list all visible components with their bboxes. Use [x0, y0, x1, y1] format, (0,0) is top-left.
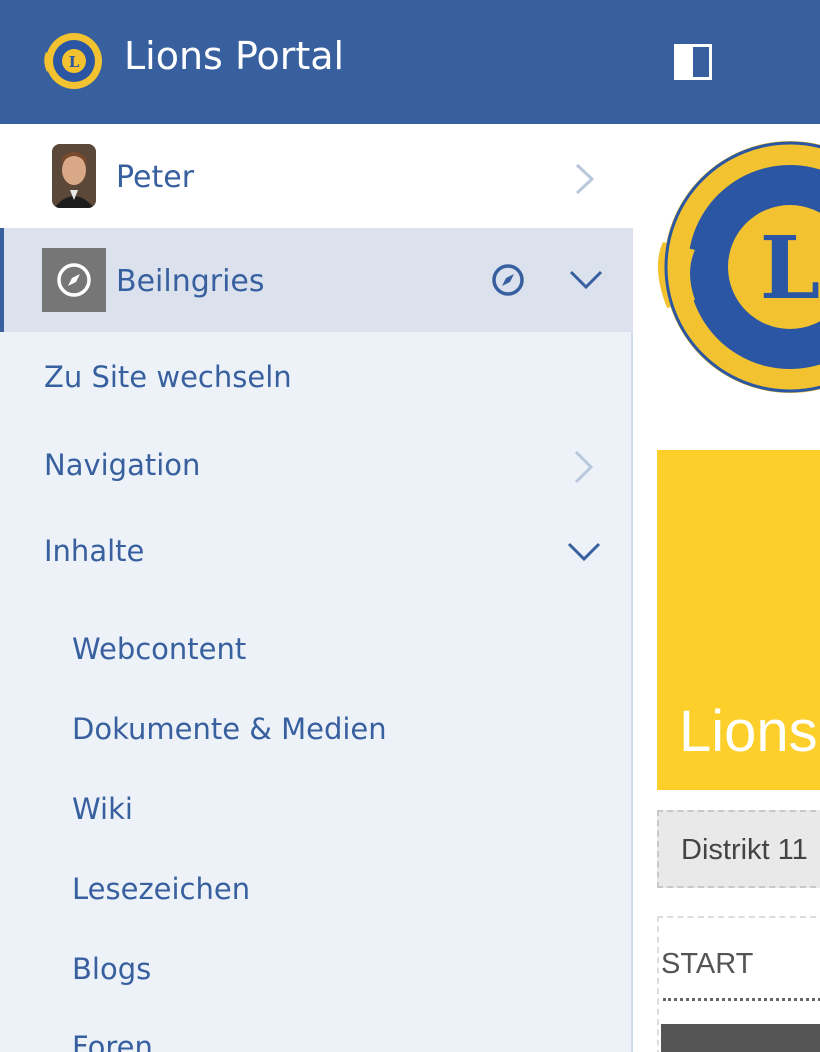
- start-heading: START: [661, 948, 754, 980]
- lions-banner: Lions: [657, 450, 820, 790]
- product-menu-sidebar: Peter Beilngries Zu Site wechseln Naviga…: [0, 124, 633, 1052]
- switch-site-link[interactable]: Zu Site wechseln: [44, 360, 292, 394]
- avatar: [52, 144, 96, 208]
- svg-text:L: L: [760, 218, 820, 319]
- site-icon: [42, 248, 106, 312]
- lions-international-logo: L: [657, 141, 820, 393]
- forums-link[interactable]: Foren: [72, 1030, 153, 1052]
- webcontent-link[interactable]: Webcontent: [72, 632, 246, 666]
- lions-logo-icon[interactable]: L: [40, 30, 106, 92]
- user-menu-item[interactable]: Peter: [0, 124, 633, 228]
- district-text: Distrikt 11: [681, 834, 808, 866]
- content-menu-item[interactable]: Inhalte: [44, 534, 144, 568]
- site-name: Beilngries: [116, 264, 265, 299]
- chevron-down-icon[interactable]: [566, 540, 602, 564]
- dark-bar: [661, 1024, 820, 1052]
- chevron-right-icon[interactable]: [574, 162, 596, 196]
- user-name: Peter: [116, 160, 195, 195]
- compass-icon[interactable]: [490, 262, 526, 298]
- chevron-down-icon[interactable]: [568, 268, 604, 292]
- banner-text: Lions: [679, 699, 818, 764]
- bookmarks-link[interactable]: Lesezeichen: [72, 872, 250, 906]
- documents-media-link[interactable]: Dokumente & Medien: [72, 712, 387, 746]
- app-title: Lions Portal: [124, 34, 345, 78]
- svg-text:L: L: [69, 53, 80, 71]
- start-box: START: [657, 916, 820, 1052]
- district-box: Distrikt 11: [657, 810, 820, 888]
- chevron-right-icon[interactable]: [573, 449, 595, 485]
- site-menu-item[interactable]: Beilngries: [0, 228, 633, 332]
- sidebar-toggle-icon[interactable]: [674, 44, 712, 80]
- blogs-link[interactable]: Blogs: [72, 952, 151, 986]
- wiki-link[interactable]: Wiki: [72, 792, 133, 826]
- page-content: L Lions Distrikt 11 START: [635, 124, 820, 1052]
- top-bar: L Lions Portal: [0, 0, 820, 124]
- navigation-menu-item[interactable]: Navigation: [44, 448, 200, 482]
- divider: [663, 998, 820, 1001]
